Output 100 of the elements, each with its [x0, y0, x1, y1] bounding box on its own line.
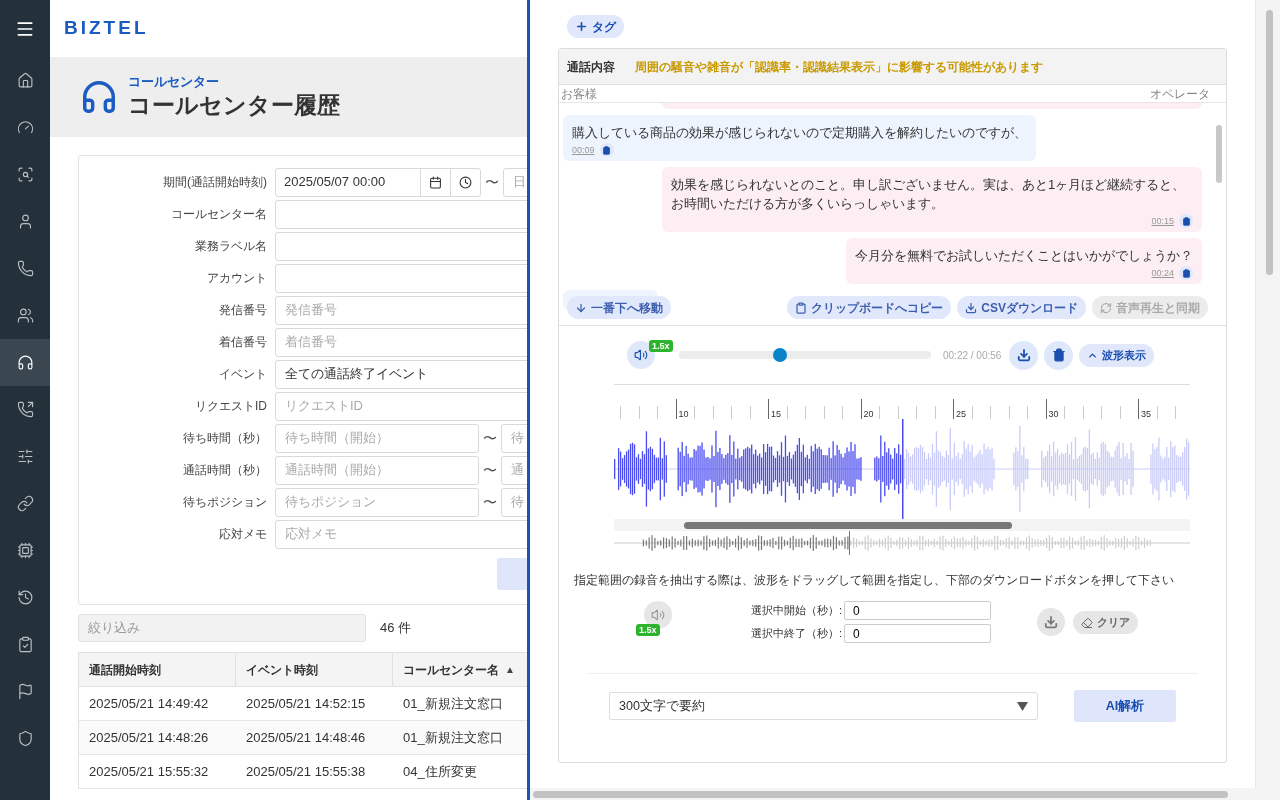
message-time[interactable]: 00:09	[572, 144, 595, 156]
scrollbar[interactable]	[1266, 10, 1273, 275]
copy-button[interactable]	[599, 143, 614, 157]
waveform-toggle-button[interactable]: 波形表示	[1079, 343, 1155, 367]
shield-icon	[16, 730, 34, 747]
column-header[interactable]: イベント時刻	[236, 653, 393, 686]
copy-clipboard-button[interactable]: クリップボードへコピー	[787, 296, 952, 319]
download-icon	[1044, 615, 1058, 629]
input-field[interactable]: 0	[844, 624, 991, 643]
date-field[interactable]: 2025/05/07 00:00	[275, 167, 481, 197]
table-cell-text: 04_住所変更	[402, 762, 478, 781]
table-cell-text: 01_新規注文窓口	[402, 728, 504, 747]
speaker-icon	[651, 608, 665, 622]
input-field[interactable]: 応対メモ	[275, 519, 527, 549]
speed-badge[interactable]: 1.5x	[649, 340, 673, 352]
field-label: 着信番号	[218, 334, 268, 351]
scrollbar[interactable]	[1216, 125, 1222, 183]
phone-outgoing-icon	[16, 401, 34, 418]
input-field[interactable]: 待	[501, 487, 527, 517]
clear-button[interactable]: クリア	[1073, 611, 1138, 634]
copy-button[interactable]	[1179, 266, 1193, 280]
eraser-icon	[1081, 616, 1093, 629]
field-label: 業務ラベル名	[194, 238, 268, 255]
message-time[interactable]: 00:24	[1151, 267, 1174, 279]
copy-button[interactable]	[1179, 214, 1193, 228]
overview-waveform-drawing[interactable]	[614, 531, 1190, 555]
speed-badge[interactable]: 1.5x	[636, 624, 660, 636]
input-field[interactable]: 発信番号	[275, 295, 527, 325]
section-title: 通話内容	[567, 58, 615, 76]
placeholder-text: 待ちポジション	[285, 493, 376, 512]
placeholder-text: 待ち時間（開始）	[285, 429, 389, 448]
input-field[interactable]	[275, 231, 527, 261]
table-cell-text: 2025/05/21 14:48:26	[88, 728, 210, 747]
sidebar-item[interactable]	[0, 339, 50, 386]
dropdown-arrow-icon	[1017, 701, 1028, 711]
timeline-label: 30	[1048, 409, 1059, 419]
headset-icon	[16, 354, 34, 371]
input-field[interactable]: 0	[844, 601, 991, 620]
timeline-label: 10	[678, 409, 689, 419]
placeholder-text: 通	[511, 461, 524, 480]
gauge-icon	[16, 119, 34, 136]
input-field[interactable]	[275, 263, 527, 293]
placeholder-text: 応対メモ	[285, 525, 337, 544]
table-cell-text: 01_新規注文窓口	[402, 694, 504, 713]
speaker-label: お客様	[561, 85, 597, 103]
input-field[interactable]: 待	[501, 423, 527, 453]
input-field[interactable]: 着信番号	[275, 327, 527, 357]
calendar-icon[interactable]	[429, 175, 442, 189]
notice-text: 周囲の騒音や雑音が「認識率・認識結果表示」に影響する可能性があります	[635, 58, 1043, 75]
refresh-icon	[1100, 301, 1112, 314]
history-icon	[16, 589, 34, 606]
input-field[interactable]: 全ての通話終了イベント	[275, 359, 527, 389]
table-cell-text: 2025/05/21 15:55:38	[245, 762, 367, 781]
arrow-down-icon	[575, 301, 587, 314]
timeline-label: 15	[771, 409, 781, 419]
breadcrumb: コールセンター	[128, 74, 220, 90]
download-button[interactable]	[1009, 340, 1039, 370]
message-time[interactable]: 00:15	[1151, 215, 1174, 227]
seek-thumb[interactable]	[772, 348, 787, 362]
placeholder-text: 日	[513, 173, 526, 192]
clock-icon[interactable]	[459, 175, 472, 189]
table-cell-text: 2025/05/21 14:49:42	[88, 694, 210, 713]
input-field[interactable]: 通	[501, 455, 527, 485]
download-button[interactable]	[1037, 608, 1065, 636]
input-field[interactable]: 待ちポジション	[275, 487, 479, 517]
headset-icon	[80, 78, 118, 116]
message-text: 購入している商品の効果が感じられないので定期購入を解約したいのですが、	[572, 124, 1027, 142]
placeholder-text: 絞り込み	[88, 619, 140, 638]
filter-field[interactable]: 絞り込み	[78, 614, 366, 642]
clipboard-icon	[1181, 268, 1191, 278]
link-icon	[16, 495, 34, 512]
csv-download-button[interactable]: CSVダウンロード	[957, 296, 1086, 319]
field-label: 応対メモ	[218, 526, 268, 543]
placeholder-text: 発信番号	[285, 301, 337, 320]
column-header[interactable]: 通話開始時刻	[79, 653, 236, 686]
input-field[interactable]: 待ち時間（開始）	[275, 423, 479, 453]
range-separator: 〜	[483, 460, 497, 480]
input-field[interactable]: 日	[503, 167, 527, 197]
table-cell-text: 2025/05/21 15:55:32	[88, 762, 210, 781]
range-separator: 〜	[485, 172, 499, 192]
delete-button[interactable]	[1044, 340, 1074, 370]
ai-analyze-button[interactable]: AI解析	[1074, 690, 1176, 722]
placeholder-text: 待	[511, 429, 524, 448]
placeholder-text: リクエストID	[285, 397, 363, 416]
timeline-label: 20	[863, 409, 874, 419]
add-tag-button[interactable]: タグ	[567, 15, 624, 38]
scrollbar[interactable]	[533, 791, 1228, 798]
seek-track[interactable]	[679, 351, 931, 359]
waveform-drawing[interactable]	[614, 419, 1190, 519]
scroll-bottom-button[interactable]: 一番下へ移動	[567, 296, 671, 319]
summary-select[interactable]: 300文字で要約	[609, 692, 1038, 720]
input-field[interactable]: 通話時間（開始）	[275, 455, 479, 485]
input-field[interactable]: リクエストID	[275, 391, 527, 421]
scrollbar[interactable]	[684, 521, 1012, 529]
placeholder-text: 着信番号	[285, 333, 337, 352]
clipboard-icon	[1181, 216, 1191, 226]
input-field[interactable]	[275, 199, 527, 229]
checklist-icon	[16, 636, 34, 653]
message-text: 効果を感じられないとのこと。申し訳ございません。実は、あと1ヶ月ほど継続すると、お時間いただける方が多くいらっしゃいます。	[671, 176, 1187, 213]
table-cell-text: 2025/05/21 14:52:15	[245, 694, 367, 713]
